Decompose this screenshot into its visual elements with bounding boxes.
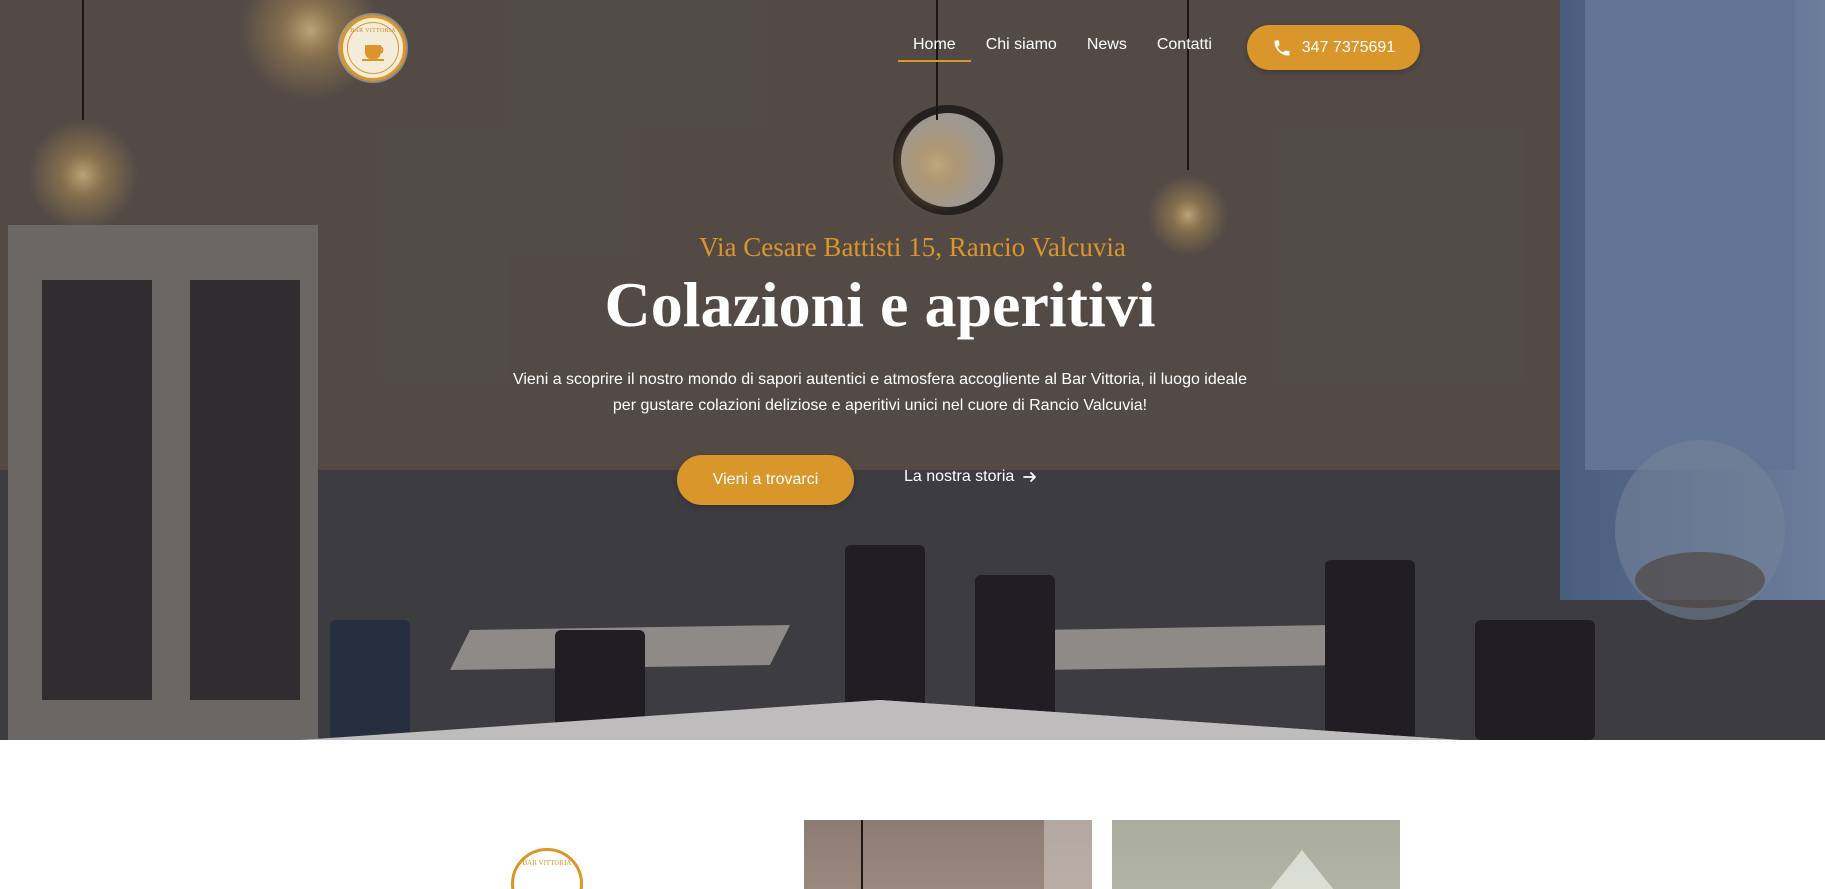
nav-item-home[interactable]: Home bbox=[898, 36, 971, 62]
hero-section: BAR VITTORIA Home Chi siamo News Contatt… bbox=[0, 0, 1825, 740]
cup-icon bbox=[362, 45, 384, 61]
logo-text: BAR VITTORIA bbox=[350, 28, 396, 34]
logo-emblem: BAR VITTORIA bbox=[347, 22, 399, 74]
nav-item-contatti[interactable]: Contatti bbox=[1142, 36, 1227, 62]
our-story-label: La nostra storia bbox=[904, 468, 1015, 485]
brand-logo[interactable]: BAR VITTORIA bbox=[340, 15, 406, 81]
section-logo: BAR VITTORIA bbox=[511, 848, 583, 889]
section-logo-text: BAR VITTORIA bbox=[522, 859, 572, 867]
arrow-right-icon bbox=[1023, 472, 1037, 482]
phone-button[interactable]: 347 7375691 bbox=[1247, 25, 1420, 70]
hero-address: Via Cesare Battisti 15, Rancio Valcuvia bbox=[699, 232, 1126, 262]
phone-number: 347 7375691 bbox=[1301, 38, 1396, 56]
hero-headline: Colazioni e aperitivi bbox=[604, 269, 1156, 340]
nav-item-news[interactable]: News bbox=[1072, 36, 1142, 62]
gallery-image bbox=[1112, 820, 1400, 889]
phone-icon bbox=[1274, 40, 1290, 55]
visit-us-button[interactable]: Vieni a trovarci bbox=[677, 455, 854, 505]
wall-photo-detail bbox=[1270, 850, 1334, 889]
our-story-link[interactable]: La nostra storia bbox=[904, 468, 1038, 486]
lamp-wire-photo-detail bbox=[861, 820, 1092, 889]
gallery-image bbox=[804, 820, 1092, 889]
main-nav: Home Chi siamo News Contatti bbox=[898, 36, 1227, 62]
hero-lead: Vieni a scoprire il nostro mondo di sapo… bbox=[512, 371, 1248, 414]
nav-item-chi-siamo[interactable]: Chi siamo bbox=[971, 36, 1072, 62]
